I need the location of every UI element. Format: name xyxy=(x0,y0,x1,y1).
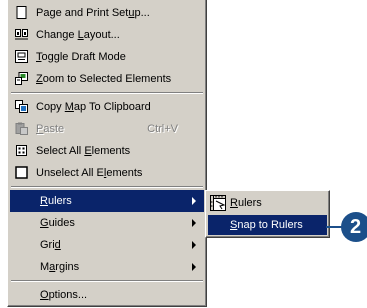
copy-map-icon xyxy=(15,100,28,113)
menu-item-grid[interactable]: Grid xyxy=(10,234,204,256)
menu-separator xyxy=(11,280,203,282)
select-all-icon xyxy=(16,145,27,156)
menu-item-label: Zoom to Selected Elements xyxy=(36,73,172,85)
zoom-selected-icon xyxy=(15,72,28,85)
menu-item-select-all-elements[interactable]: Select All Elements xyxy=(10,140,204,162)
callout-leader-line xyxy=(326,226,342,228)
menu-item-label: Unselect All Elements xyxy=(36,167,143,179)
menu-item-copy-map[interactable]: Copy Map To Clipboard xyxy=(10,96,204,118)
layout-context-menu: Page and Print Setup... Change Layout...… xyxy=(7,0,207,307)
menu-item-label: Guides xyxy=(40,217,75,229)
menu-item-label: Grid xyxy=(40,239,61,251)
submenu-item-label: Snap to Rulers xyxy=(230,219,303,231)
submenu-arrow-icon xyxy=(192,241,196,249)
unselect-all-icon xyxy=(15,166,28,179)
menu-item-label: Rulers xyxy=(40,195,72,207)
rulers-submenu: Rulers Snap to Rulers xyxy=(205,190,330,238)
shortcut-label: Ctrl+V xyxy=(147,123,178,135)
submenu-arrow-icon xyxy=(192,197,196,205)
menu-item-toggle-draft-mode[interactable]: Toggle Draft Mode xyxy=(10,46,204,68)
submenu-item-rulers[interactable]: Rulers xyxy=(208,193,327,213)
change-layout-icon xyxy=(15,29,28,40)
menu-item-change-layout[interactable]: Change Layout... xyxy=(10,24,204,46)
menu-separator xyxy=(11,92,203,94)
menu-item-label: Copy Map To Clipboard xyxy=(36,101,151,113)
menu-item-label: Page and Print Setup... xyxy=(36,7,150,19)
menu-item-unselect-all-elements[interactable]: Unselect All Elements xyxy=(10,162,204,184)
submenu-item-snap-to-rulers[interactable]: Snap to Rulers xyxy=(208,215,327,235)
menu-item-paste[interactable]: Paste Ctrl+V xyxy=(10,118,204,140)
menu-item-label: Change Layout... xyxy=(36,29,120,41)
menu-item-label: Margins xyxy=(40,261,80,273)
submenu-item-label: Rulers xyxy=(230,197,262,209)
submenu-arrow-icon xyxy=(192,219,196,227)
menu-item-options[interactable]: Options... xyxy=(10,284,204,306)
menu-item-page-print-setup[interactable]: Page and Print Setup... xyxy=(10,2,204,24)
menu-item-rulers[interactable]: Rulers xyxy=(10,190,204,212)
menu-item-label: Select All Elements xyxy=(36,145,131,157)
menu-item-label: Toggle Draft Mode xyxy=(36,51,126,63)
submenu-arrow-icon xyxy=(192,263,196,271)
menu-item-zoom-selected[interactable]: Zoom to Selected Elements xyxy=(10,68,204,90)
menu-separator xyxy=(11,186,203,188)
step-callout-badge: 2 xyxy=(341,212,367,242)
paste-icon xyxy=(15,122,28,135)
draft-mode-icon xyxy=(15,50,28,63)
menu-item-label: Paste xyxy=(36,123,65,135)
page-setup-icon xyxy=(16,6,27,19)
menu-item-guides[interactable]: Guides xyxy=(10,212,204,234)
menu-item-margins[interactable]: Margins xyxy=(10,256,204,278)
rulers-icon xyxy=(210,195,226,211)
menu-item-label: Options... xyxy=(40,289,88,301)
